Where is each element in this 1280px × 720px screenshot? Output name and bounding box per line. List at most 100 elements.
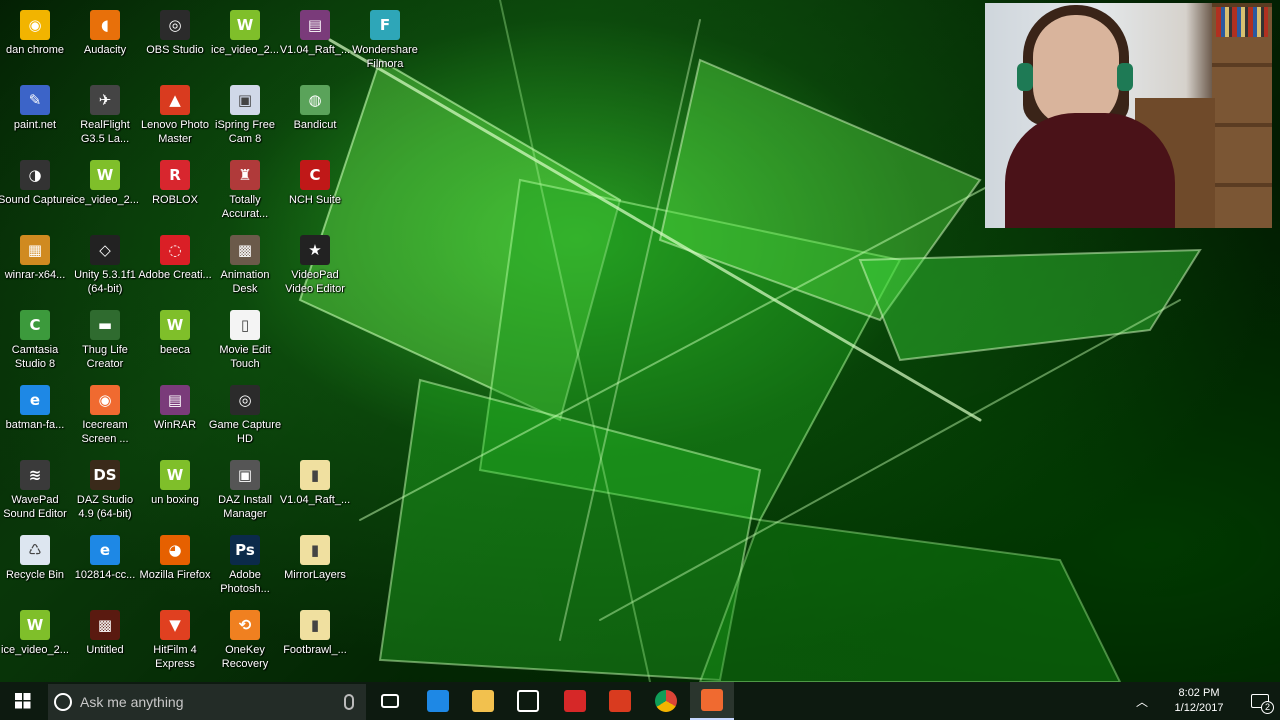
video-file-icon: W [160,310,190,340]
desktop-shortcut[interactable]: ◕ Mozilla Firefox [140,533,210,605]
desktop-shortcut-label: Unity 5.3.1f1 (64-bit) [74,269,136,295]
taskbar-store-button[interactable] [506,682,550,720]
desktop-shortcut[interactable]: ▣ DAZ Install Manager [210,458,280,530]
adobe-cc-icon: ◌ [160,235,190,265]
desktop-shortcut[interactable]: ◌ Adobe Creati... [138,233,212,305]
desktop-shortcut[interactable]: e 102814-cc... [70,533,140,605]
desktop-shortcut-label: OBS Studio [146,44,204,56]
desktop-shortcut-label: V1.04_Raft_... [279,44,351,56]
desktop-shortcut[interactable]: F Wondershare Filmora [350,8,420,80]
desktop-shortcut-label: Thug Life Creator [82,344,128,370]
desktop-shortcut[interactable]: C Camtasia Studio 8 [0,308,70,380]
desktop-shortcut[interactable]: ▣ iSpring Free Cam 8 [210,83,280,155]
desktop-shortcut[interactable]: ✈ RealFlight G3.5 La... [70,83,140,155]
desktop-shortcut-label: ROBLOX [152,194,198,206]
firefox-icon: ◕ [160,535,190,565]
desktop-shortcut[interactable]: ♜ Totally Accurat... [210,158,280,230]
cortana-search-box[interactable]: Ask me anything [48,684,366,720]
desktop-shortcut[interactable]: ◖ Audacity [70,8,140,80]
desktop-shortcut[interactable]: Wice_video_2... [0,608,70,680]
desktop-shortcut[interactable]: Wbeeca [140,308,210,380]
desktop-shortcut[interactable]: ▯ Movie Edit Touch [210,308,280,380]
desktop-shortcut[interactable]: ▮ V1.04_Raft_... [280,458,350,530]
taskbar: Ask me anything ︿ 8:02 PM 1/12/2017 2 [0,682,1280,720]
desktop-shortcut[interactable]: ◉ Icecream Screen ... [70,383,140,455]
desktop-shortcut[interactable]: ✎ paint.net [0,83,70,155]
store-icon [517,690,539,712]
clock-date: 1/12/2017 [1174,702,1224,714]
desktop-shortcut-label: Footbrawl_... [283,644,347,656]
desktop-shortcut[interactable]: ▲ Lenovo Photo Master [140,83,210,155]
desktop-shortcut-label: Audacity [83,44,127,56]
desktop-shortcut-label: ice_video_2... [71,194,139,206]
ispring-icon: ▣ [230,85,260,115]
realflight-icon: ✈ [90,85,120,115]
cortana-icon [54,693,72,711]
taskbar-lenovo-photo-button[interactable] [598,682,642,720]
taskbar-icecream-recorder-button[interactable] [690,682,734,720]
wavepad-icon: ≋ [20,460,50,490]
desktop-shortcut[interactable]: ◉ dan chrome [0,8,70,80]
desktop-shortcut[interactable]: ▬ Thug Life Creator [70,308,140,380]
taskbar-file-explorer-button[interactable] [461,682,505,720]
daz-install-icon: ▣ [230,460,260,490]
photoshop-icon: Ps [230,535,260,565]
desktop-shortcut[interactable]: ≋ WavePad Sound Editor [0,458,70,530]
taskbar-edge-button[interactable] [416,682,460,720]
person-face [1033,15,1119,127]
headphone-icon [1017,63,1033,91]
desktop-shortcut-label: iSpring Free Cam 8 [215,119,275,145]
desktop-shortcut[interactable]: e batman-fa... [0,383,70,455]
ie-icon: e [90,535,120,565]
action-center-button[interactable]: 2 [1240,682,1280,720]
desktop-shortcut-label: batman-fa... [5,419,65,431]
desktop-shortcut[interactable]: Wice_video_2... [70,158,140,230]
audacity-icon: ◖ [90,10,120,40]
microphone-icon[interactable] [344,694,354,710]
sound-capture-icon: ◑ [20,160,50,190]
desktop-shortcut[interactable]: ▼ HitFilm 4 Express [140,608,210,680]
start-button[interactable] [0,682,46,720]
document-icon: ▯ [230,310,260,340]
desktop-shortcut[interactable]: Wun boxing [140,458,210,530]
desktop-shortcut[interactable]: ◎ OBS Studio [140,8,210,80]
bandicut-icon: ◍ [300,85,330,115]
clock[interactable]: 8:02 PM 1/12/2017 [1158,686,1240,716]
desktop-shortcut-label: HitFilm 4 Express [153,644,197,670]
desktop-shortcut[interactable]: ▩ Animation Desk [210,233,280,305]
desktop-shortcut[interactable]: ★ VideoPad Video Editor [280,233,350,305]
show-hidden-icons-chevron-icon[interactable]: ︿ [1130,693,1154,710]
desktop-shortcut[interactable]: ▮ MirrorLayers [280,533,350,605]
desktop-shortcut-label: Animation Desk [220,269,270,295]
desktop-shortcut[interactable]: DS DAZ Studio 4.9 (64-bit) [70,458,140,530]
desktop-shortcut[interactable]: ◑ Sound Capture [0,158,72,230]
taskbar-video-app-button[interactable] [553,682,597,720]
headphone-icon [1117,63,1133,91]
search-placeholder: Ask me anything [80,694,184,710]
image-file-icon: ▩ [90,610,120,640]
recycle-bin-icon: ♺ [20,535,50,565]
lenovo-photo-icon [609,690,631,712]
desktop-shortcut[interactable]: ▩ Untitled [70,608,140,680]
desktop-shortcut[interactable]: Wice_video_2... [210,8,280,80]
desktop-shortcut[interactable]: ◍ Bandicut [280,83,350,155]
filmora-icon: F [370,10,400,40]
desktop-shortcut[interactable]: R ROBLOX [140,158,210,230]
desktop-shortcut-label: OneKey Recovery [221,644,269,670]
desktop-shortcut[interactable]: Ps Adobe Photosh... [210,533,280,605]
desktop-shortcut[interactable]: ▤ V1.04_Raft_... [280,8,350,80]
desktop-shortcut[interactable]: ▦ winrar-x64... [0,233,70,305]
taskbar-task-view-button[interactable] [368,682,412,720]
desktop-shortcut[interactable]: ▮ Footbrawl_... [280,608,350,680]
desktop-shortcut[interactable]: ♺ Recycle Bin [0,533,70,605]
desktop-shortcut[interactable]: ◇ Unity 5.3.1f1 (64-bit) [70,233,140,305]
desktop-shortcut[interactable]: ▤ WinRAR [140,383,210,455]
nch-icon: C [300,160,330,190]
desktop-shortcut[interactable]: ⟲ OneKey Recovery [210,608,280,680]
onekey-icon: ⟲ [230,610,260,640]
desktop-shortcut-label: DAZ Studio 4.9 (64-bit) [76,494,134,520]
desktop-shortcut[interactable]: C NCH Suite [280,158,350,230]
desktop-shortcut[interactable]: ◎ Game Capture HD [209,383,281,455]
desktop-shortcut-label: Icecream Screen ... [81,419,129,445]
taskbar-chrome-button[interactable] [644,682,688,720]
